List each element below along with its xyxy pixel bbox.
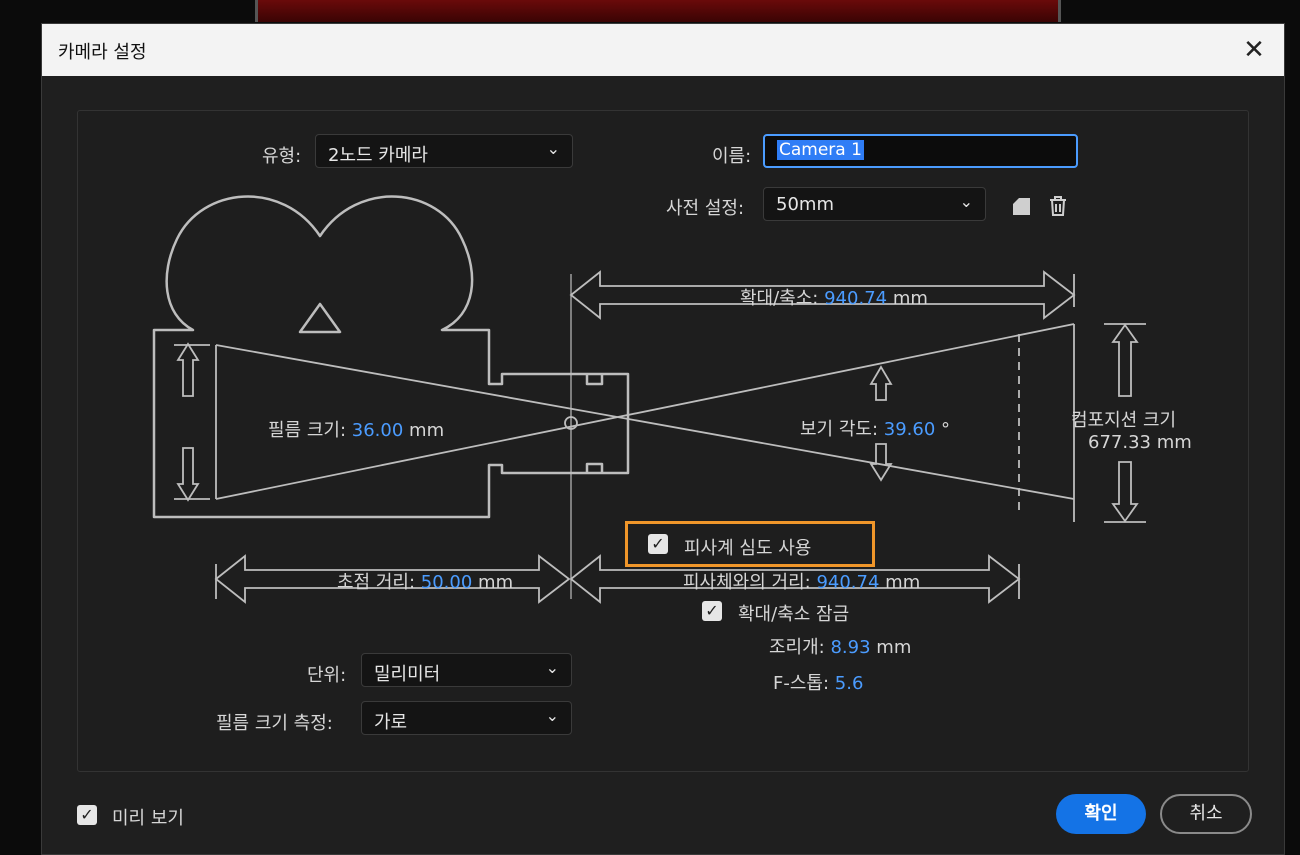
cancel-button[interactable]: 취소: [1160, 794, 1252, 834]
aperture-readout: 조리개: 8.93 mm: [769, 633, 911, 659]
lock-to-zoom-label: 확대/축소 잠금: [738, 604, 850, 625]
chevron-down-icon: ⌄: [545, 706, 559, 725]
enable-dof-label: 피사계 심도 사용: [684, 538, 812, 559]
film-size-value[interactable]: 36.00: [352, 420, 404, 441]
film-size-label: 필름 크기:: [268, 420, 347, 441]
fstop-label: F-스톱:: [773, 673, 830, 694]
type-label: 유형:: [262, 146, 302, 167]
angle-label: 보기 각도:: [800, 419, 879, 440]
checkmark-icon: ✓: [80, 805, 94, 824]
measure-film-value: 가로: [374, 712, 408, 733]
preset-dropdown[interactable]: 50mm ⌄: [763, 187, 986, 221]
type-dropdown[interactable]: 2노드 카메라 ⌄: [315, 134, 573, 168]
units-dropdown[interactable]: 밀리미터 ⌄: [361, 653, 572, 687]
checkmark-icon: ✓: [651, 534, 665, 553]
name-value: Camera 1: [777, 140, 864, 160]
film-size-unit: mm: [409, 420, 445, 441]
camera-body-outline: [152, 195, 630, 519]
chevron-down-icon: ⌄: [545, 658, 559, 677]
focal-length-value[interactable]: 50.00: [421, 572, 473, 593]
preset-value: 50mm: [776, 194, 834, 215]
name-label: 이름:: [712, 146, 752, 167]
fstop-value[interactable]: 5.6: [835, 673, 864, 694]
trash-icon[interactable]: [1046, 194, 1070, 218]
focal-length-unit: mm: [478, 572, 514, 593]
chevron-down-icon: ⌄: [959, 192, 973, 211]
new-preset-icon[interactable]: [1010, 194, 1034, 218]
name-input[interactable]: Camera 1: [763, 134, 1078, 168]
comp-size-label: 컴포지션 크기: [1071, 410, 1177, 431]
body-triangle: [298, 302, 342, 334]
camera-settings-dialog: 카메라 설정 ✕ 유형: 2노드 카메라 ⌄ 이름: Camera 1 사전 설…: [41, 23, 1285, 855]
preset-label: 사전 설정:: [666, 198, 745, 219]
chevron-down-icon: ⌄: [546, 139, 560, 158]
type-value: 2노드 카메라: [328, 145, 428, 166]
ok-button[interactable]: 확인: [1056, 794, 1146, 834]
focus-distance-value[interactable]: 940.74: [816, 572, 879, 593]
lens-notch-bottom: [585, 462, 604, 473]
units-label: 단위:: [307, 665, 347, 686]
checkmark-icon: ✓: [705, 601, 719, 620]
focal-length-label: 초점 거리:: [337, 572, 416, 593]
focus-distance-label: 피사체와의 거리:: [683, 572, 811, 593]
zoom-value[interactable]: 940.74: [824, 288, 887, 309]
focal-length-readout: 초점 거리: 50.00 mm: [337, 568, 513, 594]
zoom-label: 확대/축소:: [740, 288, 819, 309]
comp-size-value: 677.33 mm: [1088, 432, 1192, 453]
aperture-unit: mm: [876, 637, 912, 658]
zoom-unit: mm: [892, 288, 928, 309]
lens-notch-top: [585, 374, 604, 386]
measure-film-label: 필름 크기 측정:: [216, 713, 333, 734]
background-footage: [255, 0, 1061, 22]
lock-to-zoom-checkbox[interactable]: ✓: [702, 601, 722, 621]
focus-distance-readout: 피사체와의 거리: 940.74 mm: [683, 568, 920, 594]
angle-value[interactable]: 39.60: [884, 419, 936, 440]
units-value: 밀리미터: [374, 664, 441, 685]
focus-distance-unit: mm: [885, 572, 921, 593]
preview-label: 미리 보기: [112, 808, 184, 829]
aperture-label: 조리개:: [769, 637, 825, 658]
aperture-value[interactable]: 8.93: [830, 637, 870, 658]
angle-of-view-readout: 보기 각도: 39.60 °: [800, 415, 950, 441]
angle-unit: °: [941, 419, 951, 440]
film-size-readout: 필름 크기: 36.00 mm: [268, 416, 444, 442]
measure-film-dropdown[interactable]: 가로 ⌄: [361, 701, 572, 735]
enable-dof-checkbox[interactable]: ✓: [648, 534, 668, 554]
preview-checkbox[interactable]: ✓: [77, 805, 97, 825]
zoom-readout: 확대/축소: 940.74 mm: [740, 284, 928, 310]
fstop-readout: F-스톱: 5.6: [773, 669, 863, 695]
